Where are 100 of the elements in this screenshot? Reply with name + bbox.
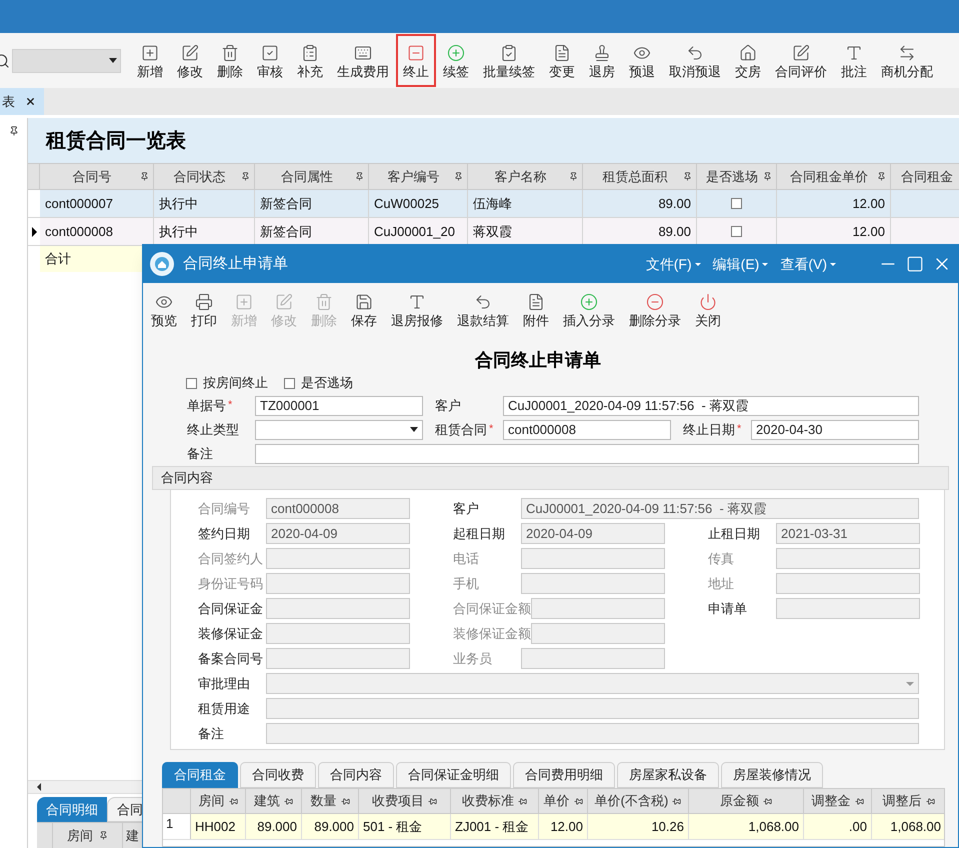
input-field[interactable] <box>266 698 919 719</box>
column-header[interactable]: 房间 <box>53 823 123 848</box>
menu-item[interactable]: 编辑(E) <box>712 254 768 274</box>
toolbar-button[interactable]: 终止 <box>396 34 436 87</box>
input-field[interactable] <box>776 573 920 594</box>
input-field[interactable]: 2021-03-31 <box>776 523 920 544</box>
column-header[interactable]: 建筑 <box>246 789 302 813</box>
checkbox[interactable] <box>284 378 295 388</box>
dropdown-field[interactable] <box>266 673 919 694</box>
toolbar-button[interactable]: 关闭 <box>688 283 728 337</box>
toolbar-button[interactable]: 审核 <box>250 34 290 87</box>
toolbar-button[interactable]: 取消预退 <box>662 34 728 87</box>
input-field[interactable] <box>266 548 410 569</box>
tab[interactable]: 合同租金 <box>162 762 238 788</box>
tab[interactable]: 房屋家私设备 <box>617 762 719 788</box>
column-header[interactable]: 客户编号 <box>369 164 468 189</box>
input-field[interactable] <box>266 598 410 619</box>
field-label: 止租日期 <box>708 524 761 543</box>
column-header[interactable]: 收费标准 <box>451 789 539 813</box>
toolbar-button[interactable]: 补充 <box>290 34 330 87</box>
search-field[interactable] <box>12 48 121 72</box>
column-header[interactable]: 单价 <box>539 789 588 813</box>
toolbar-button[interactable]: 续签 <box>436 34 476 87</box>
input-field[interactable] <box>521 548 665 569</box>
tab[interactable]: 表 <box>0 88 44 115</box>
caret-icon <box>109 58 117 63</box>
column-header[interactable]: 租赁总面积 <box>583 164 697 189</box>
checkbox[interactable] <box>731 226 742 237</box>
input-field[interactable] <box>531 598 665 619</box>
toolbar-button[interactable]: 商机分配 <box>874 34 940 87</box>
toolbar-button[interactable]: 附件 <box>516 283 556 337</box>
input-field[interactable]: CuJ00001_2020-04-09 11:57:56 - 蒋双霞 <box>521 498 919 519</box>
toolbar-button[interactable]: 修改 <box>170 34 210 87</box>
input-field[interactable]: 2020-04-09 <box>266 523 410 544</box>
input-field[interactable] <box>266 623 410 644</box>
toolbar-button[interactable]: 保存 <box>344 283 384 337</box>
toolbar-button[interactable]: 插入分录 <box>556 283 622 337</box>
toolbar-button[interactable]: 删除分录 <box>622 283 688 337</box>
toolbar-button[interactable]: 批注 <box>834 34 874 87</box>
toolbar-button[interactable]: 预览 <box>144 283 184 337</box>
dropdown-field[interactable] <box>255 420 423 440</box>
input-field[interactable] <box>521 573 665 594</box>
input-field[interactable]: cont000008 <box>503 420 671 440</box>
pin-icon <box>340 796 350 806</box>
tab[interactable]: 房屋装修情况 <box>721 762 823 788</box>
checkbox[interactable] <box>731 198 742 209</box>
column-header[interactable]: 房间 <box>191 789 246 813</box>
power-icon <box>699 293 717 311</box>
menu-item[interactable]: 文件(F) <box>646 254 701 274</box>
checkbox[interactable] <box>186 378 197 388</box>
input-field[interactable]: 2020-04-30 <box>751 420 919 440</box>
input-field[interactable]: 2020-04-09 <box>521 523 665 544</box>
undo-icon <box>686 44 704 62</box>
column-header[interactable]: 合同租金单价 <box>777 164 891 189</box>
list-title: 租赁合同一览表 <box>46 128 186 154</box>
input-field[interactable]: CuJ00001_2020-04-09 11:57:56 - 蒋双霞 <box>503 396 919 416</box>
column-header[interactable]: 原金额 <box>689 789 804 813</box>
input-field[interactable] <box>266 573 410 594</box>
toolbar-button[interactable]: 打印 <box>184 283 224 337</box>
column-header[interactable]: 单价(不含税) <box>588 789 689 813</box>
tab[interactable]: 合同费用明细 <box>513 762 615 788</box>
toolbar-button[interactable]: 预退 <box>622 34 662 87</box>
toolbar-button[interactable]: 退房 <box>582 34 622 87</box>
column-header[interactable]: 调整金 <box>804 789 872 813</box>
tab[interactable]: 合同收费 <box>240 762 316 788</box>
menu-item[interactable]: 查看(V) <box>780 254 836 274</box>
column-header[interactable]: 数量 <box>302 789 359 813</box>
toolbar-button[interactable]: 生成费用 <box>330 34 396 87</box>
column-header[interactable]: 调整后 <box>872 789 944 813</box>
column-header[interactable]: 客户名称 <box>468 164 583 189</box>
column-header[interactable]: 收费项目 <box>359 789 451 813</box>
tab[interactable]: 合同明细 <box>37 797 107 822</box>
toolbar-button[interactable]: 变更 <box>542 34 582 87</box>
input-field[interactable] <box>776 548 920 569</box>
column-header[interactable]: 合同状态 <box>154 164 255 189</box>
column-header[interactable]: 是否逃场 <box>697 164 777 189</box>
tab[interactable]: 合同保证金明细 <box>396 762 511 788</box>
input-field[interactable] <box>531 623 665 644</box>
tab[interactable]: 合同内容 <box>318 762 394 788</box>
table-cell: 1,068.00 <box>872 814 944 839</box>
column-header[interactable]: 合同租金 <box>891 164 959 189</box>
toolbar-button[interactable]: 删除 <box>210 34 250 87</box>
toolbar-button[interactable]: 合同评价 <box>768 34 834 87</box>
maximize-icon[interactable] <box>906 255 924 273</box>
toolbar-button[interactable]: 退房报修 <box>384 283 450 337</box>
toolbar-button[interactable]: 新增 <box>130 34 170 87</box>
toolbar-button[interactable]: 交房 <box>728 34 768 87</box>
pin-icon <box>683 172 692 181</box>
column-header[interactable]: 合同属性 <box>255 164 369 189</box>
pen-square-icon <box>792 44 810 62</box>
input-field[interactable] <box>776 598 920 619</box>
column-header[interactable]: 合同号 <box>40 164 154 189</box>
input-field[interactable] <box>266 648 410 669</box>
input-field[interactable]: TZ000001 <box>255 396 423 416</box>
input-field[interactable] <box>266 723 919 744</box>
input-field[interactable] <box>255 444 919 464</box>
toolbar-button[interactable]: 退款结算 <box>450 283 516 337</box>
input-field[interactable] <box>521 648 665 669</box>
input-field[interactable]: cont000008 <box>266 498 410 519</box>
toolbar-button[interactable]: 批量续签 <box>476 34 542 87</box>
